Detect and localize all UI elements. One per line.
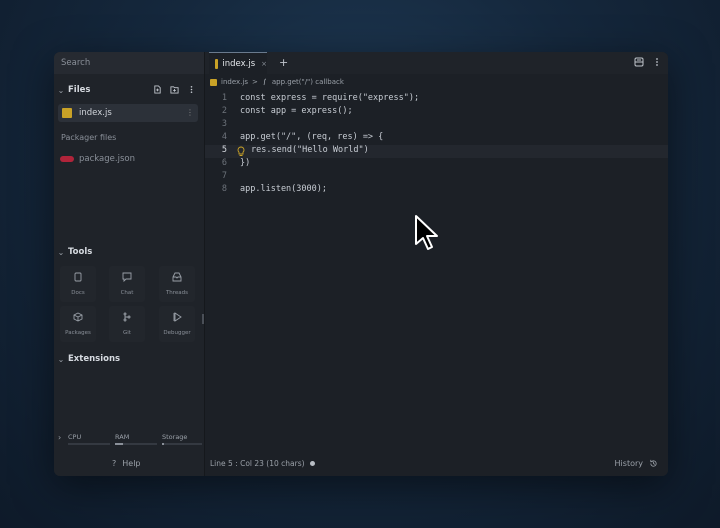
inbox-icon [172,272,182,282]
chevron-down-icon: ⌄ [57,85,65,95]
code-text: }) [240,158,251,168]
js-file-icon [210,78,217,86]
code-line: 2 const app = express(); [205,106,668,119]
debugger-icon [173,312,182,322]
line-number: 7 [221,171,227,181]
book-icon [74,272,82,282]
add-tab-button[interactable]: + [279,56,288,69]
help-button[interactable]: ? Help [112,459,141,468]
files-title: Files [68,85,91,95]
code-line: 4 app.get("/", (req, res) => { [205,132,668,145]
layout-icon[interactable] [634,57,644,67]
ram-label: RAM [115,433,130,441]
cube-icon [73,312,83,322]
breadcrumb-separator: > [251,78,258,86]
ram-usage-bar [115,443,157,445]
chevron-down-icon: ⌄ [57,354,65,364]
code-line: 1 const express = require("express"); [205,93,668,106]
tool-label: Chat [120,290,134,296]
file-name: index.js [79,108,112,118]
breadcrumb-symbol[interactable]: app.get("/") callback [272,78,344,86]
tool-label: Git [123,330,131,336]
tools-title: Tools [68,247,93,257]
package-file-icon [60,156,74,162]
breadcrumb-file[interactable]: index.js [221,78,248,86]
storage-label: Storage [162,433,188,441]
tool-label: Packages [65,330,91,336]
line-number: 4 [221,132,227,142]
line-number: 6 [221,158,227,168]
sidebar: ⌄ Files index.js ⋮ Packager files packag… [54,52,205,476]
chat-icon [122,272,132,282]
cpu-label: CPU [68,433,82,441]
line-number: 8 [221,184,227,194]
extensions-section-header[interactable]: ⌄ Extensions [54,351,204,367]
history-button[interactable]: History [615,459,658,468]
more-options-icon[interactable] [654,57,660,67]
new-file-icon[interactable] [153,85,162,94]
file-options-icon[interactable]: ⋮ [186,108,194,117]
extensions-title: Extensions [68,354,121,364]
code-line: 8 app.listen(3000); [205,184,668,197]
tool-git[interactable]: Git [109,306,145,342]
lightbulb-icon[interactable] [237,146,245,157]
code-line: 7 [205,171,668,184]
question-icon: ? [112,459,117,468]
function-icon [263,78,266,86]
tool-chat[interactable]: Chat [109,266,145,302]
breadcrumb: index.js > app.get("/") callback [210,78,344,86]
history-icon [650,459,657,467]
more-options-icon[interactable] [187,85,196,94]
tool-label: Debugger [163,330,191,336]
storage-usage-bar [162,443,202,445]
close-tab-icon[interactable]: × [261,60,267,68]
mouse-pointer-icon [415,215,438,250]
file-name: package.json [79,154,135,164]
tab-label: index.js [222,58,256,69]
code-line: 3 [205,119,668,132]
packager-files-label: Packager files [61,133,117,142]
tool-packages[interactable]: Packages [60,306,96,342]
chevron-right-icon[interactable]: › [58,433,61,442]
code-text: app.get("/", (req, res) => { [240,132,384,142]
status-text: Line 5 : Col 23 (10 chars) [210,459,305,468]
cursor-position-status: Line 5 : Col 23 (10 chars) [210,459,315,468]
history-label: History [614,459,643,468]
tool-label: Threads [165,290,189,296]
code-text: const app = express(); [240,106,353,116]
js-file-icon [215,58,219,69]
code-text: app.listen(3000); [240,184,327,194]
line-number: 1 [221,93,227,103]
file-item-index-js[interactable]: index.js ⋮ [58,104,198,122]
status-dot-icon [309,461,315,466]
chevron-down-icon: ⌄ [57,247,65,257]
editor-pane: index.js × + index.js > app.get("/") cal… [205,52,668,476]
search-input[interactable] [54,52,204,74]
tab-bar: index.js × + [205,52,668,74]
tool-label: Docs [71,290,85,296]
line-number: 5 [221,145,227,155]
tool-threads[interactable]: Threads [159,266,195,302]
tool-docs[interactable]: Docs [60,266,96,302]
tool-debugger[interactable]: Debugger [159,306,195,342]
code-text: res.send("Hello World") [251,145,369,155]
code-line: 6 }) [205,158,668,171]
tab-index-js[interactable]: index.js × [209,52,267,74]
sidebar-scrollbar[interactable] [202,314,204,324]
code-line-current: 5 res.send("Hello World") [205,145,668,158]
code-text: const express = require("express"); [240,93,420,103]
js-file-icon [62,108,72,118]
git-icon [123,312,131,322]
editor-window: ⌄ Files index.js ⋮ Packager files packag… [54,52,668,476]
files-section-header[interactable]: ⌄ Files [54,82,204,98]
file-item-package-json[interactable]: package.json [58,150,198,168]
cpu-usage-bar [68,443,110,445]
help-label: Help [122,459,141,468]
tools-section-header[interactable]: ⌄ Tools [54,244,204,260]
new-folder-icon[interactable] [170,85,179,94]
line-number: 3 [221,119,227,129]
line-number: 2 [221,106,227,116]
